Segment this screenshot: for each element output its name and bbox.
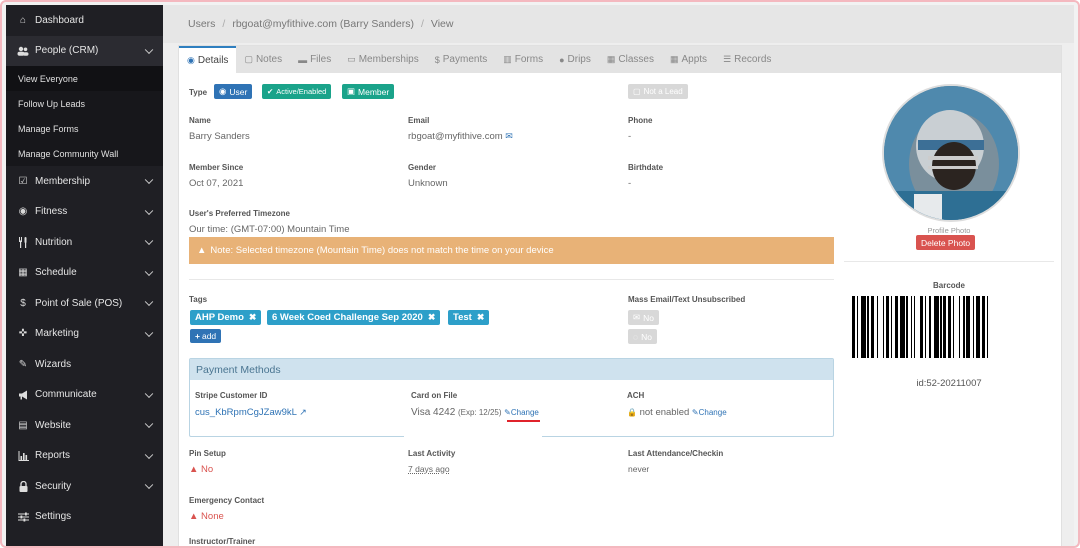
- chevron-down-icon: [144, 389, 154, 398]
- stripe-label: Stripe Customer ID: [195, 391, 268, 400]
- sidebar-item-settings[interactable]: Settings: [6, 502, 163, 533]
- sidebar-item-website[interactable]: ▤ Website: [6, 410, 163, 441]
- megaphone-icon: [17, 389, 29, 401]
- fitness-icon: ◉: [18, 206, 28, 218]
- ach-label: ACH: [627, 391, 645, 400]
- card-value: Visa 4242: [411, 407, 456, 418]
- emergency-label: Emergency Contact: [189, 496, 265, 505]
- sidebar-item-label: Membership: [35, 175, 91, 187]
- sidebar-item-communicate[interactable]: Communicate: [6, 380, 163, 411]
- sidebar-item-label: Fitness: [35, 206, 68, 218]
- pin-row: ▲ No: [189, 464, 213, 475]
- emergency-value: None: [201, 511, 224, 522]
- card-on-file-label: Card on File: [411, 391, 458, 400]
- sidebar-item-label: Marketing: [35, 328, 79, 340]
- sidebar-item-label: Wizards: [35, 358, 72, 370]
- sidebar-item-nutrition[interactable]: Nutrition: [6, 227, 163, 258]
- overlay: [163, 5, 1078, 380]
- warning-icon: ▲: [189, 464, 199, 475]
- sidebar-subitem-view-everyone[interactable]: View Everyone: [6, 66, 163, 91]
- sidebar-item-people[interactable]: People (CRM): [6, 35, 163, 66]
- app-frame: ⌂ Dashboard People (CRM) View Everyone F…: [0, 0, 1080, 548]
- sidebar-item-reports[interactable]: Reports: [6, 441, 163, 472]
- sidebar-item-security[interactable]: Security: [6, 471, 163, 502]
- sidebar-item-label: Nutrition: [35, 236, 73, 248]
- sidebar-item-fitness[interactable]: ◉ Fitness: [6, 197, 163, 228]
- ach-value: not enabled: [639, 407, 690, 418]
- pencil-icon: ✎: [691, 408, 699, 417]
- last-activity-label: Last Activity: [408, 449, 456, 458]
- external-link-icon[interactable]: ↗: [299, 407, 307, 417]
- chevron-down-icon: [144, 175, 154, 185]
- check-square-icon: ☑: [18, 175, 28, 187]
- cutlery-icon: [17, 236, 29, 248]
- change-card-link[interactable]: Change: [511, 408, 539, 417]
- sidebar-item-membership[interactable]: ☑ Membership: [6, 166, 163, 197]
- lock-icon: 🔒: [627, 408, 637, 417]
- sidebar-item-label: Schedule: [35, 267, 77, 279]
- warning-icon: ▲: [189, 511, 199, 522]
- magic-wand-icon: ✎: [18, 358, 28, 370]
- sliders-icon: [17, 511, 29, 523]
- pencil-icon: ✎: [504, 408, 511, 417]
- sidebar-item-schedule[interactable]: ▦ Schedule: [6, 258, 163, 289]
- chevron-down-icon: [144, 206, 154, 215]
- sidebar-item-label: Website: [35, 419, 71, 431]
- last-attendance-value: never: [628, 464, 650, 474]
- sidebar-item-label: Security: [35, 480, 72, 492]
- sidebar: ⌂ Dashboard People (CRM) View Everyone F…: [6, 5, 163, 546]
- sidebar-item-label: Settings: [35, 511, 72, 523]
- home-icon: ⌂: [19, 14, 27, 26]
- sidebar-item-wizards[interactable]: ✎ Wizards: [6, 349, 163, 380]
- chevron-down-icon: [144, 419, 154, 429]
- calendar-icon: ▦: [18, 267, 28, 279]
- card-exp: (Exp: 12/25): [457, 408, 502, 417]
- sidebar-subitem-manage-community-wall[interactable]: Manage Community Wall: [6, 141, 163, 166]
- sidebar-item-label: People (CRM): [35, 45, 99, 57]
- sidebar-item-dashboard[interactable]: ⌂ Dashboard: [6, 5, 163, 36]
- instructor-label: Instructor/Trainer: [189, 537, 256, 546]
- chevron-down-icon: [144, 450, 154, 459]
- emergency-row: ▲ None: [189, 511, 224, 522]
- chevron-down-icon: [144, 328, 154, 337]
- pin-label: Pin Setup: [189, 449, 226, 458]
- dollar-icon: $: [20, 297, 26, 309]
- sidebar-subitem-manage-forms[interactable]: Manage Forms: [6, 116, 163, 141]
- stripe-customer-id[interactable]: cus_KbRpmCgJZaw9kL: [195, 407, 297, 418]
- chevron-down-icon: [144, 267, 154, 276]
- crosshair-icon: ✜: [18, 328, 28, 340]
- bar-chart-icon: [17, 450, 29, 462]
- lock-icon: [17, 480, 29, 492]
- chevron-down-icon: [144, 236, 154, 246]
- sidebar-item-label: Reports: [35, 450, 71, 462]
- chevron-down-icon: [144, 45, 154, 54]
- sidebar-item-pos[interactable]: $ Point of Sale (POS): [6, 288, 163, 319]
- ach-row: 🔒 not enabled ✎Change: [627, 407, 727, 418]
- sidebar-subitem-follow-up-leads[interactable]: Follow Up Leads: [6, 91, 163, 116]
- pin-value: No: [201, 464, 214, 475]
- stripe-row: cus_KbRpmCgJZaw9kL ↗: [195, 407, 307, 418]
- card-row: Visa 4242 (Exp: 12/25) ✎Change: [411, 407, 539, 418]
- sidebar-item-marketing[interactable]: ✜ Marketing: [6, 319, 163, 350]
- change-ach-link[interactable]: Change: [699, 408, 727, 417]
- page-icon: ▤: [18, 419, 28, 431]
- chevron-down-icon: [144, 480, 154, 490]
- sidebar-item-label: Communicate: [35, 389, 97, 401]
- chevron-down-icon: [144, 297, 154, 307]
- last-attendance-label: Last Attendance/Checkin: [628, 449, 724, 458]
- sidebar-item-label: Point of Sale (POS): [35, 297, 123, 309]
- people-icon: [17, 45, 29, 57]
- change-underline: [507, 420, 540, 422]
- sidebar-item-label: Dashboard: [35, 14, 84, 26]
- last-activity-value: 7 days ago: [408, 464, 450, 474]
